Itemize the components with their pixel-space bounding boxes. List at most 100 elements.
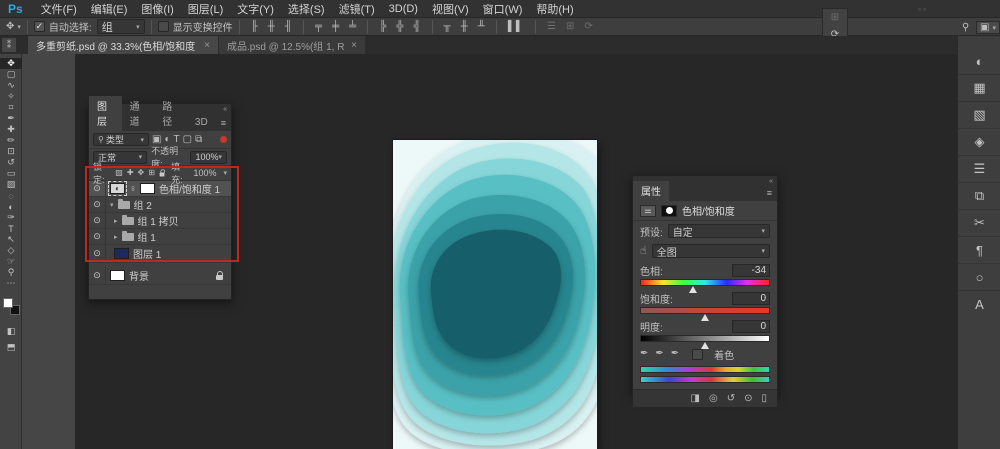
foreground-color-swatch[interactable]: [3, 298, 13, 308]
layer-name[interactable]: 图层 1: [133, 246, 161, 261]
layer-name[interactable]: 组 1: [138, 229, 156, 244]
history-panel-icon[interactable]: ○: [958, 264, 1000, 291]
eraser-tool[interactable]: ▭: [0, 168, 22, 179]
layer-name[interactable]: 组 1 拷贝: [138, 213, 179, 228]
fill-value[interactable]: 100%: [193, 168, 216, 178]
brush-tool[interactable]: ✏: [0, 135, 22, 146]
clone-stamp-tool[interactable]: ⊡: [0, 146, 22, 157]
visibility-eye-icon[interactable]: ⊙: [89, 197, 106, 212]
menu-file[interactable]: 文件(F): [41, 1, 77, 17]
layer-name[interactable]: 色相/饱和度 1: [159, 181, 220, 196]
hue-slider-thumb[interactable]: [689, 286, 697, 293]
tab-3d[interactable]: 3D: [187, 115, 216, 131]
3d-grid-icon[interactable]: ⊞: [831, 13, 839, 23]
libraries-panel-icon[interactable]: ⧉: [958, 183, 1000, 210]
distribute-bottom-icon[interactable]: ╣: [413, 22, 420, 32]
menu-type[interactable]: 文字(Y): [237, 1, 274, 17]
path-selection-tool[interactable]: ↖: [0, 234, 22, 245]
lightness-value-field[interactable]: 0: [732, 320, 770, 333]
lightness-slider-thumb[interactable]: [701, 342, 709, 349]
align-h-centers-icon[interactable]: ╫: [268, 22, 275, 32]
character-panel-icon[interactable]: A: [958, 291, 1000, 318]
hue-value-field[interactable]: -34: [732, 264, 770, 277]
delete-icon[interactable]: ▯: [761, 394, 767, 404]
distribute-top-icon[interactable]: ╠: [379, 22, 386, 32]
close-icon[interactable]: ×: [351, 40, 357, 51]
distribute-h-centers-icon[interactable]: ╫: [461, 22, 468, 32]
opacity-dropdown[interactable]: 100% ▾: [190, 151, 227, 164]
dock-mini-icons[interactable]: ▫ ▫: [918, 5, 926, 14]
link-icon[interactable]: ∞: [129, 186, 136, 191]
distribute-v-centers-icon[interactable]: ╬: [396, 22, 403, 32]
eyedropper-tool[interactable]: ✒: [0, 113, 22, 124]
clip-to-layer-icon[interactable]: ◨: [691, 394, 700, 404]
healing-brush-tool[interactable]: ✚: [0, 124, 22, 135]
patterns-panel-icon[interactable]: ▧: [958, 102, 1000, 129]
menu-view[interactable]: 视图(V): [432, 1, 469, 17]
filter-adjustment-layers-icon[interactable]: ◐: [164, 135, 170, 145]
tab-properties[interactable]: 属性: [633, 181, 669, 201]
align-left-edges-icon[interactable]: ╟: [251, 22, 258, 32]
layer-row-hue-saturation[interactable]: ⊙ ◐ ∞ 色相/饱和度 1: [89, 181, 231, 197]
visibility-eye-icon[interactable]: ⊙: [89, 229, 106, 244]
move-tool[interactable]: ✥: [0, 58, 22, 69]
adjustments-panel-icon[interactable]: ☰: [958, 156, 1000, 183]
eyedropper-subtract-icon[interactable]: ✒: [671, 349, 679, 359]
eyedropper-add-icon[interactable]: ✒: [655, 349, 663, 359]
screen-mode-button[interactable]: ⬒: [0, 342, 22, 353]
distribute-left-icon[interactable]: ╥: [444, 22, 451, 32]
menu-help[interactable]: 帮助(H): [536, 1, 573, 17]
color-swatches[interactable]: [3, 298, 21, 316]
menu-filter[interactable]: 滤镜(T): [339, 1, 375, 17]
eyedropper-icon[interactable]: ✒: [640, 349, 648, 359]
toolbar-dock-toggle[interactable]: ⁑: [2, 38, 16, 52]
quick-selection-tool[interactable]: ✧: [0, 91, 22, 102]
panel-menu-icon[interactable]: ≡: [216, 118, 231, 131]
document-canvas[interactable]: [393, 140, 597, 449]
menu-3d[interactable]: 3D(D): [389, 3, 418, 15]
filter-type-dropdown[interactable]: ⚲ 类型 ▾: [93, 133, 149, 146]
actions-panel-icon[interactable]: ✂: [958, 210, 1000, 237]
filter-type-layers-icon[interactable]: T: [174, 135, 180, 145]
layer-row-background[interactable]: ⊙ 背景: [89, 267, 231, 285]
layer-mask-thumbnail[interactable]: [140, 183, 155, 194]
layer-thumbnail[interactable]: [110, 270, 125, 281]
layer-row-group-1[interactable]: ⊙ ▸ 组 1: [89, 229, 231, 245]
align-right-edges-icon[interactable]: ╢: [285, 22, 292, 32]
saturation-slider[interactable]: [640, 307, 770, 314]
panel-menu-icon[interactable]: ≡: [762, 188, 777, 201]
previous-state-icon[interactable]: ◎: [709, 394, 718, 404]
tab-layers[interactable]: 图层: [89, 96, 122, 131]
saturation-value-field[interactable]: 0: [732, 292, 770, 305]
marquee-tool[interactable]: ▢: [0, 69, 22, 80]
targeted-adjustment-icon[interactable]: ☝: [640, 246, 647, 257]
blur-tool[interactable]: ◌: [0, 190, 22, 201]
shape-tool[interactable]: ◇: [0, 245, 22, 256]
menu-edit[interactable]: 编辑(E): [91, 1, 128, 17]
close-icon[interactable]: ×: [204, 40, 210, 51]
search-icon[interactable]: ⚲: [962, 23, 969, 33]
filter-pixel-layers-icon[interactable]: ▣: [152, 135, 161, 145]
menu-image[interactable]: 图像(I): [141, 1, 173, 17]
filter-switch-icon[interactable]: [220, 136, 227, 143]
layer-thumbnail[interactable]: [114, 248, 129, 259]
filter-shape-layers-icon[interactable]: ▢: [183, 135, 192, 145]
menu-window[interactable]: 窗口(W): [483, 1, 523, 17]
tab-paths[interactable]: 路径: [154, 96, 187, 131]
layer-name[interactable]: 背景: [129, 268, 149, 283]
distribute-right-icon[interactable]: ╨: [478, 22, 485, 32]
lock-pixels-icon[interactable]: ✚: [127, 169, 134, 177]
visibility-eye-icon[interactable]: ⊙: [89, 267, 106, 284]
document-tab-inactive[interactable]: 成品.psd @ 12.5%(组 1, RGB/8) * ×: [219, 36, 365, 54]
channel-dropdown[interactable]: 全图 ▾: [652, 244, 770, 258]
layer-name[interactable]: 组 2: [134, 197, 152, 212]
history-brush-tool[interactable]: ↺: [0, 157, 22, 168]
show-transform-checkbox[interactable]: [158, 21, 169, 32]
swatches-panel-icon[interactable]: ▦: [958, 75, 1000, 102]
auto-select-checkbox[interactable]: ✓: [34, 21, 45, 32]
gradient-tool[interactable]: ▨: [0, 179, 22, 190]
menu-select[interactable]: 选择(S): [288, 1, 325, 17]
align-v-centers-icon[interactable]: ╪: [332, 22, 339, 32]
quick-mask-button[interactable]: ◧: [0, 326, 22, 337]
auto-select-dropdown[interactable]: 组 ▾: [97, 19, 145, 34]
